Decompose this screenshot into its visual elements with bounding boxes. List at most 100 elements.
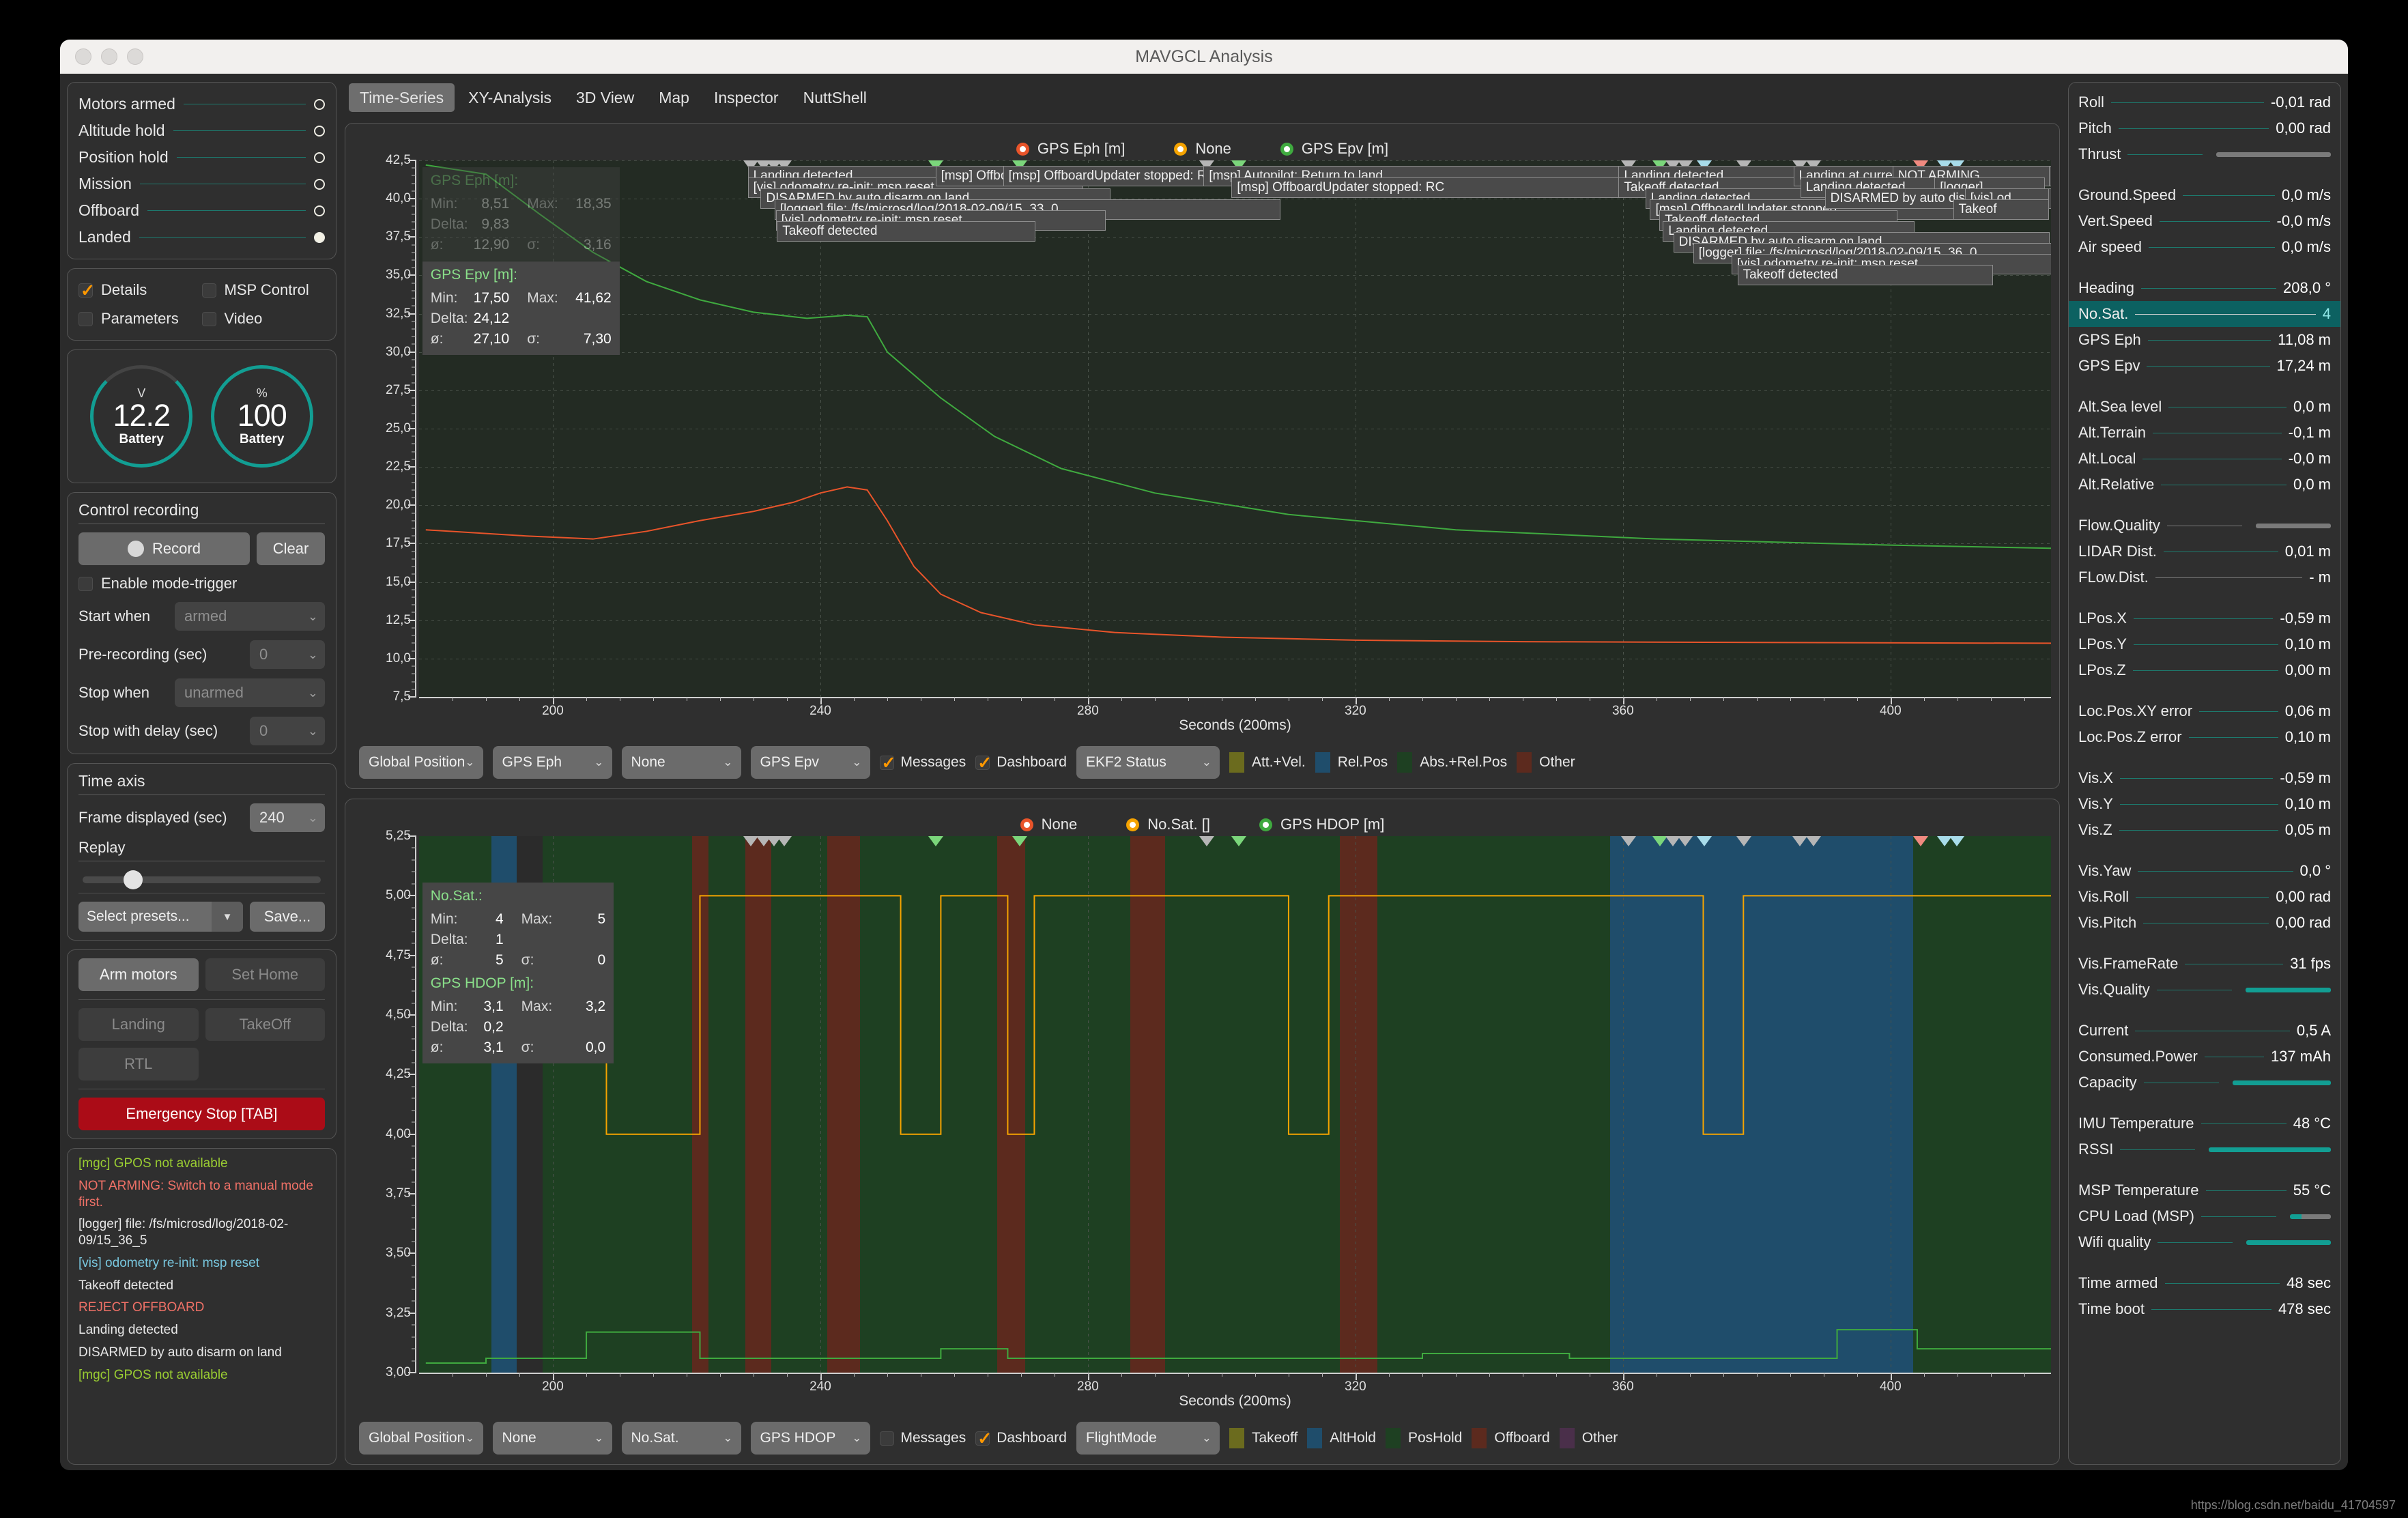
- battery-gauge-0: V 12.2 Battery: [90, 365, 193, 468]
- view-option-video[interactable]: Video: [201, 310, 326, 328]
- chart-dropdown-3[interactable]: GPS Epv ⌄: [750, 746, 870, 779]
- event-marker[interactable]: [1806, 836, 1822, 846]
- x-tick-label: 280: [1077, 1379, 1099, 1394]
- set-home-button[interactable]: Set Home: [205, 958, 325, 991]
- tab-xy-analysis[interactable]: XY-Analysis: [457, 83, 562, 113]
- tab-3d-view[interactable]: 3D View: [565, 83, 645, 113]
- chart-dropdown-0[interactable]: Global Position ⌄: [359, 1422, 483, 1455]
- presets-select[interactable]: Select presets... ▼: [78, 902, 243, 932]
- x-tick-minor: [1556, 697, 1557, 701]
- frame-displayed-label: Frame displayed (sec): [78, 809, 227, 826]
- tab-nuttshell[interactable]: NuttShell: [792, 83, 878, 113]
- event-marker[interactable]: [777, 836, 792, 846]
- x-tick-label: 320: [1345, 1379, 1366, 1394]
- legend-item-2[interactable]: GPS Epv [m]: [1280, 140, 1388, 158]
- chart-dropdown-2[interactable]: No.Sat. ⌄: [621, 1422, 741, 1455]
- y-tick-minor: [412, 397, 416, 399]
- legend-item-1[interactable]: None: [1174, 140, 1231, 158]
- event-marker[interactable]: [1012, 836, 1028, 846]
- chart-checkbox-dashboard[interactable]: Dashboard: [975, 753, 1067, 773]
- stat-value: 9,83: [481, 216, 510, 232]
- chart-checkbox-messages[interactable]: Messages: [879, 753, 966, 773]
- mode-swatch-2: Abs.+Rel.Pos: [1397, 752, 1507, 773]
- tab-map[interactable]: Map: [648, 83, 700, 113]
- status-led: [314, 231, 325, 243]
- event-marker[interactable]: [1913, 836, 1929, 846]
- recording-field-select[interactable]: armed ⌄: [175, 602, 325, 631]
- telemetry-key: LIDAR Dist.: [2078, 543, 2157, 560]
- mode-dropdown[interactable]: EKF2 Status ⌄: [1076, 746, 1220, 779]
- stat-key: Delta:: [430, 216, 468, 232]
- event-marker[interactable]: [1696, 836, 1712, 846]
- stat-row: Min: 17,50 Max: 41,62: [431, 288, 612, 309]
- telemetry-dash: [2135, 313, 2316, 315]
- replay-slider-handle[interactable]: [124, 870, 143, 889]
- chart-dropdown-3[interactable]: GPS HDOP ⌄: [750, 1422, 870, 1455]
- legend-item-0[interactable]: None: [1020, 816, 1077, 833]
- message-log-card[interactable]: [mgc] GPOS not available NOT ARMING: Swit…: [67, 1148, 336, 1465]
- clear-button[interactable]: Clear: [257, 532, 325, 565]
- y-tick-minor: [412, 1217, 416, 1218]
- event-marker[interactable]: [1199, 836, 1214, 846]
- x-tick-minor: [1321, 1373, 1323, 1377]
- emergency-stop-button[interactable]: Emergency Stop [TAB]: [78, 1098, 325, 1130]
- save-preset-button[interactable]: Save...: [250, 902, 325, 932]
- event-marker[interactable]: [928, 836, 944, 846]
- event-marker[interactable]: [1736, 836, 1751, 846]
- event-marker[interactable]: [1231, 836, 1247, 846]
- mode-dropdown[interactable]: FlightMode ⌄: [1076, 1422, 1220, 1455]
- chart-dropdown-2[interactable]: None ⌄: [621, 746, 741, 779]
- event-marker[interactable]: [1678, 836, 1693, 846]
- x-tick-minor: [586, 1373, 587, 1377]
- x-tick-minor: [719, 1373, 721, 1377]
- legend-item-0[interactable]: GPS Eph [m]: [1016, 140, 1125, 158]
- rtl-button[interactable]: RTL: [78, 1048, 199, 1080]
- frame-displayed-select[interactable]: 240 ⌄: [250, 803, 325, 832]
- chevron-down-icon: ⌄: [594, 1431, 604, 1444]
- plot-canvas[interactable]: Landing detected [vis] odometry re-init: …: [419, 160, 2051, 697]
- view-option-msp-control[interactable]: MSP Control: [201, 281, 326, 299]
- takeoff-button[interactable]: TakeOff: [205, 1008, 325, 1041]
- view-option-parameters[interactable]: Parameters: [78, 310, 202, 328]
- event-marker[interactable]: [1620, 836, 1636, 846]
- chart-checkbox-messages[interactable]: Messages: [879, 1430, 966, 1446]
- event-marker[interactable]: [1949, 836, 1965, 846]
- telemetry-value: -0,59 m: [2280, 610, 2331, 627]
- recording-field-select[interactable]: unarmed ⌄: [175, 678, 325, 707]
- mode-trigger-checkbox[interactable]: Enable mode-trigger: [78, 575, 325, 592]
- chevron-down-icon: ⌄: [307, 810, 318, 825]
- chart-dropdown-1[interactable]: None ⌄: [492, 1422, 612, 1455]
- tab-time-series[interactable]: Time-Series: [349, 83, 455, 112]
- y-tick-minor: [412, 482, 416, 483]
- record-button[interactable]: Record: [78, 532, 250, 565]
- telemetry-value: 0,01 m: [2284, 543, 2331, 560]
- chart-dropdown-0[interactable]: Global Position ⌄: [359, 746, 483, 779]
- y-tick-minor: [412, 589, 416, 590]
- telemetry-key: Alt.Relative: [2078, 476, 2155, 493]
- recording-field-select[interactable]: 0 ⌄: [250, 717, 325, 745]
- stat-key: ø:: [430, 952, 444, 968]
- swatch-label: Rel.Pos: [1337, 754, 1388, 770]
- telemetry-value: -0,1 m: [2288, 424, 2331, 441]
- y-tick-minor: [412, 627, 416, 629]
- tab-inspector[interactable]: Inspector: [703, 83, 790, 113]
- telemetry-row-air-speed: Air speed 0,0 m/s: [2078, 234, 2331, 260]
- time-axis-title: Time axis: [78, 772, 325, 795]
- telemetry-value: 0,00 rad: [2276, 914, 2331, 931]
- recording-field-select[interactable]: 0 ⌄: [250, 640, 325, 669]
- annotation-label: [msp] OffboardUpdater stopped: RC: [1231, 177, 1624, 198]
- landing-button[interactable]: Landing: [78, 1008, 199, 1041]
- view-option-details[interactable]: Details: [78, 281, 202, 301]
- chart-checkbox-dashboard[interactable]: Dashboard: [975, 1429, 1067, 1449]
- desktop: MAVGCL Analysis Motors armed Altitude hol…: [0, 0, 2408, 1518]
- legend-item-2[interactable]: GPS HDOP [m]: [1259, 816, 1384, 833]
- legend-item-1[interactable]: No.Sat. []: [1126, 816, 1210, 833]
- chart-dropdown-1[interactable]: GPS Eph ⌄: [492, 746, 612, 779]
- replay-slider[interactable]: [83, 870, 321, 889]
- arm-motors-button[interactable]: Arm motors: [78, 958, 199, 991]
- plot-canvas[interactable]: No.Sat.: Min: 4 Max: 5 Delta: 1 ø: 5 σ: 0 GPS HDOP …: [419, 836, 2051, 1373]
- event-marker[interactable]: [1792, 836, 1807, 846]
